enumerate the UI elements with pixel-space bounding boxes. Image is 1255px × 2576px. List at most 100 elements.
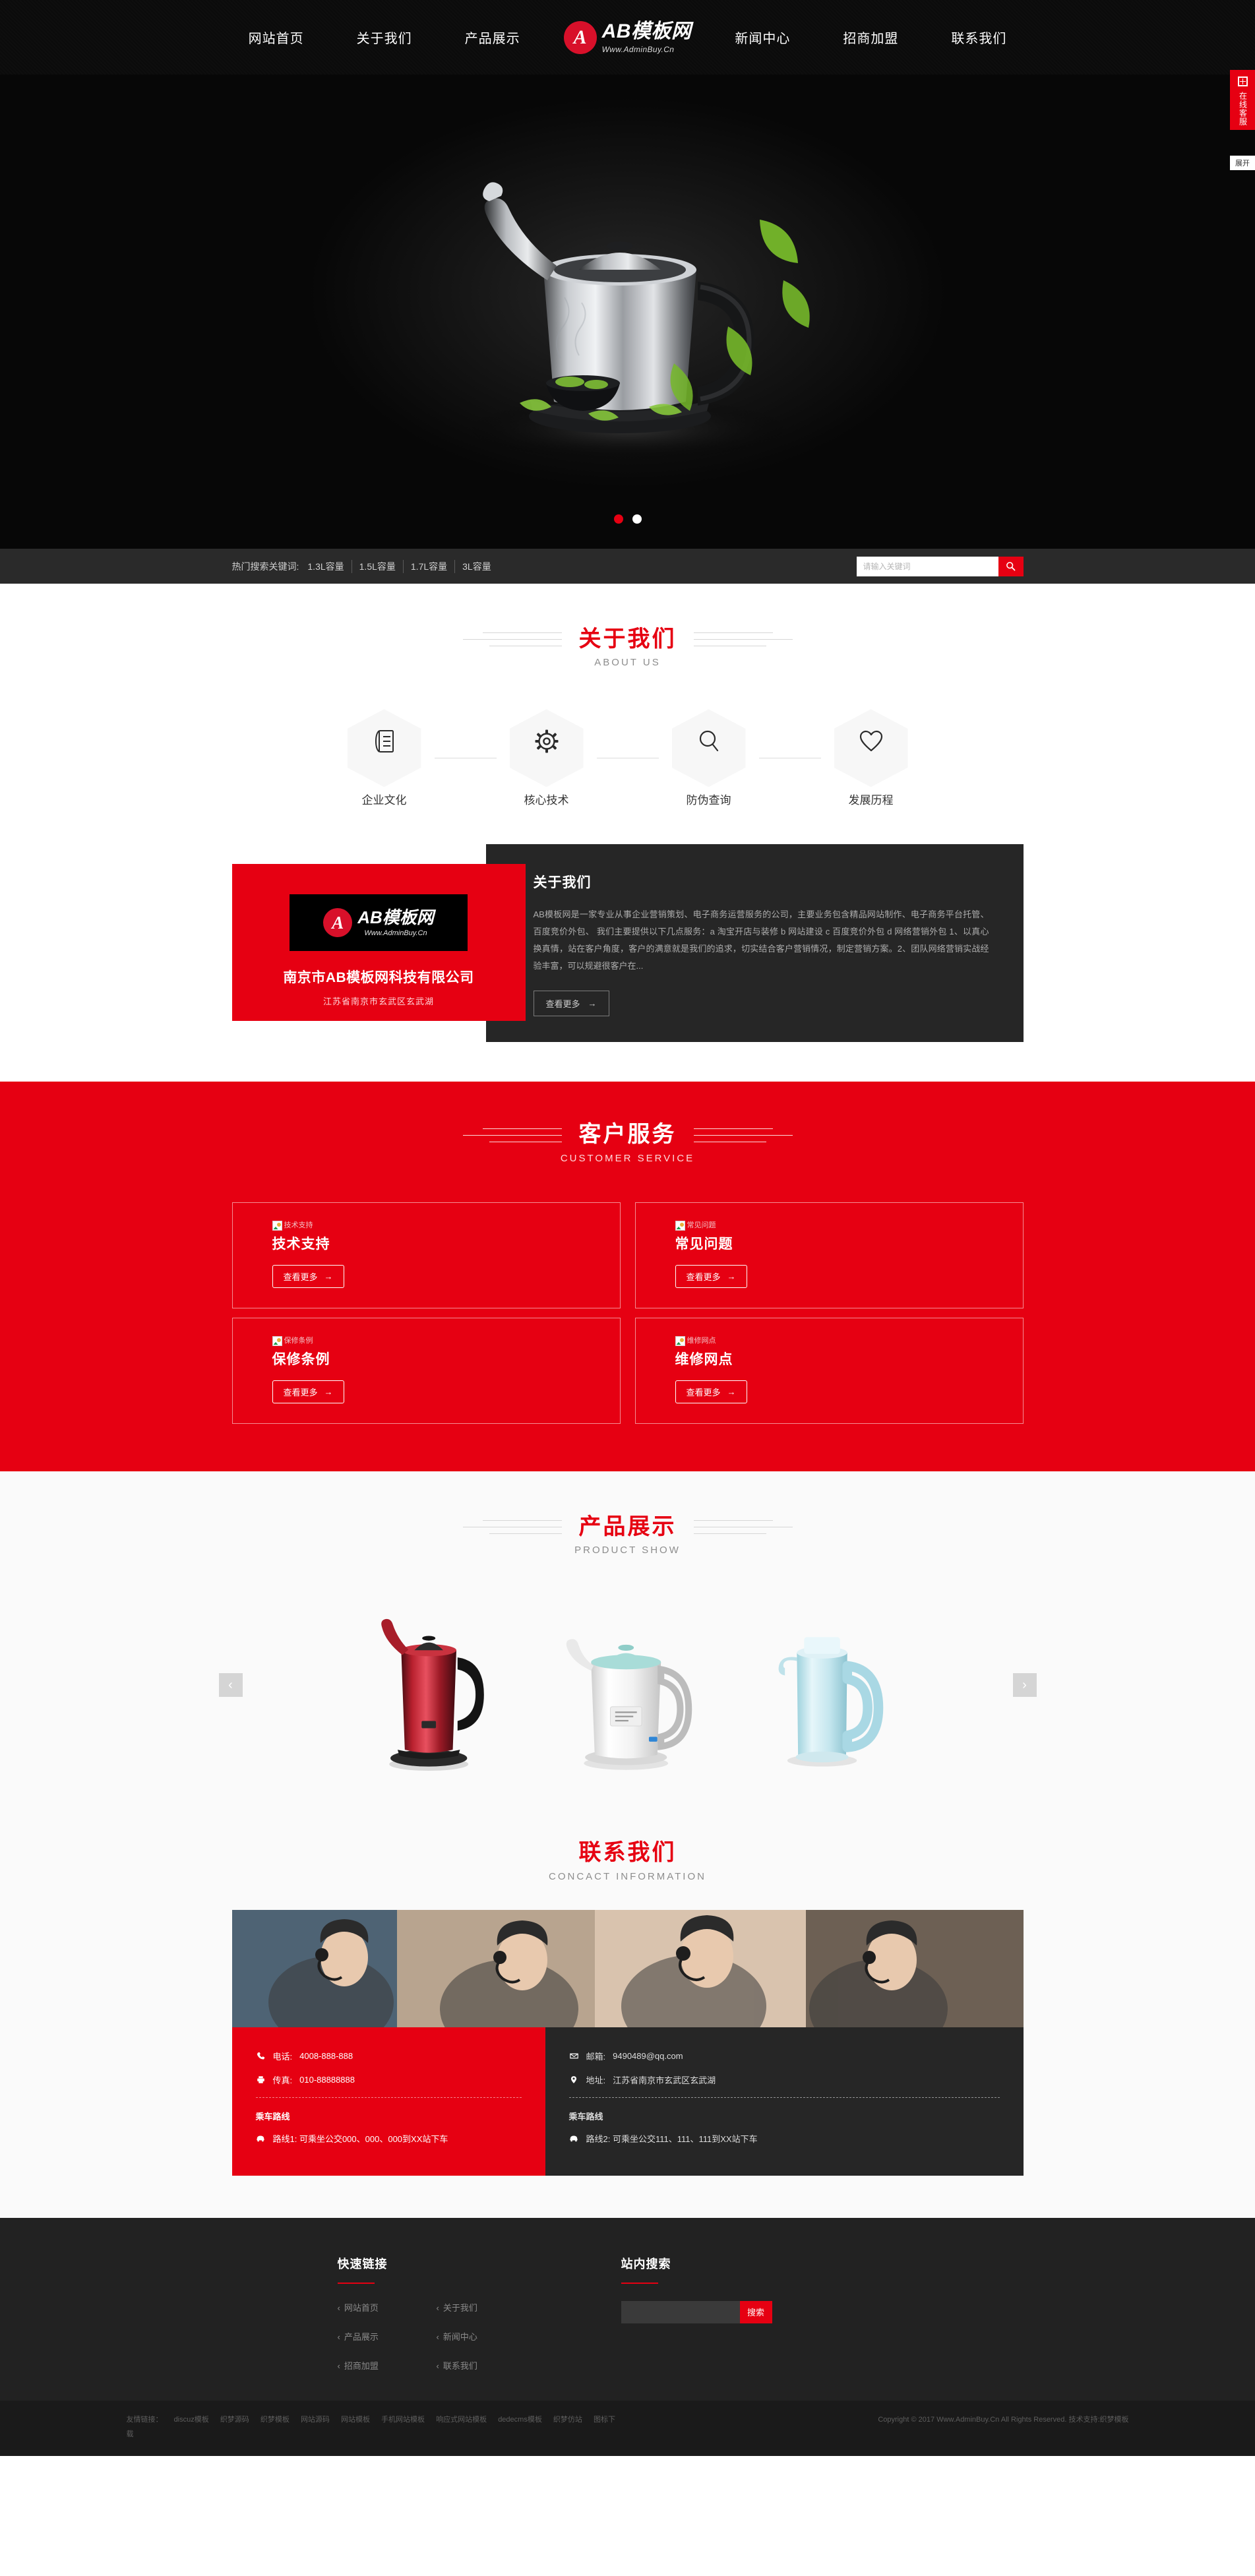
feature-item-technology[interactable]: 核心技术 bbox=[509, 709, 584, 807]
feature-label: 防伪查询 bbox=[686, 794, 731, 807]
about-company-name: 南京市AB模板网科技有限公司 bbox=[283, 970, 474, 986]
email-value: 9490489@qq.com bbox=[613, 2050, 683, 2061]
broken-image-icon: 常见问题 bbox=[675, 1221, 716, 1231]
footer-search-input[interactable] bbox=[621, 2300, 740, 2323]
service-card-repair[interactable]: 维修网点 维修网点 查看更多 → bbox=[634, 1317, 1024, 1424]
nav-item-news[interactable]: 新闻中心 bbox=[708, 28, 816, 47]
about-company-address: 江苏省南京市玄武区玄武湖 bbox=[322, 997, 434, 1007]
service-card-title: 技术支持 bbox=[272, 1236, 330, 1252]
carousel-dot-1[interactable] bbox=[613, 514, 623, 524]
friendly-link[interactable]: dedecms模板 bbox=[498, 2416, 542, 2424]
heart-icon bbox=[859, 730, 883, 756]
footer-link-products[interactable]: ‹ 产品展示 bbox=[338, 2330, 437, 2343]
carousel-next-button[interactable]: › bbox=[1012, 1673, 1037, 1698]
service-more-label: 查看更多 bbox=[283, 1387, 318, 1397]
hot-keyword-3[interactable]: 1.7L容量 bbox=[404, 559, 456, 573]
phone-label: 电话: bbox=[272, 2051, 293, 2062]
about-panel-heading: 关于我们 bbox=[533, 875, 592, 891]
about-more-label: 查看更多 bbox=[545, 999, 580, 1010]
site-footer: 快速链接 ‹ 网站首页 ‹ 关于我们 ‹ 产品展示 ‹ 新闻中心 ‹ 招商加盟 ‹ 联系我们… bbox=[0, 2217, 1255, 2401]
gear-icon bbox=[535, 729, 559, 756]
footer-link-join[interactable]: ‹ 招商加盟 bbox=[338, 2359, 437, 2372]
products-section-title: 产品展示 PRODUCT SHOW bbox=[232, 1514, 1024, 1556]
service-more-label: 查看更多 bbox=[686, 1387, 721, 1397]
feature-item-history[interactable]: 发展历程 bbox=[834, 709, 908, 807]
online-service-widget[interactable]: 在线客服 bbox=[1230, 70, 1255, 130]
friendly-links-label: 友情链接： bbox=[126, 2415, 163, 2424]
logo-mark-icon: A bbox=[323, 908, 353, 938]
contact-route-row: 路线2: 可乘坐公交111、111、111到XX站下车 bbox=[569, 2132, 1000, 2145]
friendly-link[interactable]: 织梦源码 bbox=[220, 2416, 249, 2424]
friendly-link[interactable]: 织梦仿站 bbox=[553, 2416, 582, 2424]
footer-link-contact[interactable]: ‹ 联系我们 bbox=[437, 2359, 536, 2372]
nav-item-home[interactable]: 网站首页 bbox=[222, 28, 330, 47]
footer-search-button[interactable]: 搜索 bbox=[739, 2300, 772, 2323]
footer-link-home[interactable]: ‹ 网站首页 bbox=[338, 2301, 437, 2314]
friendly-link[interactable]: 手机网站模板 bbox=[381, 2416, 425, 2424]
footer-title-underline bbox=[337, 2282, 375, 2284]
hero-product-image bbox=[390, 140, 865, 483]
contact-divider bbox=[568, 2097, 1000, 2098]
service-more-button[interactable]: 查看更多 → bbox=[675, 1264, 747, 1288]
customer-service-section: 客户服务 CUSTOMER SERVICE 技术支持 技术支持 查看更多 → 常… bbox=[0, 1082, 1255, 1471]
product-image-white bbox=[566, 1639, 692, 1770]
feature-item-anticounterfeit[interactable]: 防伪查询 bbox=[671, 709, 746, 807]
phone-icon bbox=[256, 2052, 266, 2060]
logo-site-url: Www.AdminBuy.Cn bbox=[601, 44, 675, 54]
footer-link-news[interactable]: ‹ 新闻中心 bbox=[437, 2330, 536, 2343]
nav-item-join[interactable]: 招商加盟 bbox=[816, 28, 925, 47]
service-card-warranty[interactable]: 保修条例 保修条例 查看更多 → bbox=[231, 1317, 621, 1424]
site-logo[interactable]: A AB模板网 Www.AdminBuy.Cn bbox=[547, 20, 709, 54]
about-logo-name: AB模板网 bbox=[357, 907, 434, 927]
carousel-prev-button[interactable]: ‹ bbox=[218, 1673, 243, 1698]
title-decoration-right bbox=[693, 1128, 793, 1142]
footer-title-underline bbox=[621, 2282, 658, 2284]
fax-icon bbox=[256, 2075, 266, 2084]
product-item-red[interactable] bbox=[331, 1586, 529, 1784]
service-more-button[interactable]: 查看更多 → bbox=[675, 1380, 747, 1403]
service-more-button[interactable]: 查看更多 → bbox=[272, 1380, 344, 1403]
feature-item-culture[interactable]: 企业文化 bbox=[347, 709, 421, 807]
friendly-link[interactable]: discuz模板 bbox=[174, 2416, 209, 2424]
image-alt-text: 技术支持 bbox=[284, 1221, 313, 1230]
service-more-button[interactable]: 查看更多 → bbox=[272, 1264, 344, 1288]
hot-keyword-2[interactable]: 1.5L容量 bbox=[352, 559, 404, 573]
friendly-link[interactable]: 网站源码 bbox=[301, 2416, 330, 2424]
friendly-link[interactable]: 网站模板 bbox=[341, 2416, 370, 2424]
fax-label: 传真: bbox=[272, 2075, 293, 2085]
product-carousel: ‹ › bbox=[218, 1586, 1037, 1784]
contact-divider bbox=[255, 2097, 522, 2098]
service-card-support[interactable]: 技术支持 技术支持 查看更多 → bbox=[231, 1202, 621, 1308]
contact-address-row: 地址: 江苏省南京市玄武区玄武湖 bbox=[569, 2073, 1000, 2086]
product-item-white[interactable] bbox=[529, 1586, 727, 1784]
about-title-cn: 关于我们 bbox=[578, 627, 677, 652]
carousel-dot-2[interactable] bbox=[632, 514, 642, 524]
hot-keyword-4[interactable]: 3L容量 bbox=[455, 560, 499, 573]
logo-mark-icon: A bbox=[563, 20, 597, 54]
title-decoration-right bbox=[693, 1519, 793, 1534]
about-more-button[interactable]: 查看更多 → bbox=[533, 991, 609, 1017]
logo-name: AB模板网 bbox=[601, 20, 692, 42]
feature-list: 企业文化 核心技术 防伪查询 发展历程 bbox=[232, 709, 1024, 807]
nav-item-about[interactable]: 关于我们 bbox=[330, 28, 439, 47]
arrow-right-icon: → bbox=[727, 1271, 736, 1281]
contact-banner-image bbox=[231, 1909, 1024, 2027]
online-service-expand-button[interactable]: 展开 bbox=[1230, 156, 1255, 170]
online-service-label: 在线客服 bbox=[1238, 92, 1248, 126]
carousel-dots bbox=[613, 514, 642, 524]
friendly-link[interactable]: 响应式网站模板 bbox=[436, 2416, 487, 2424]
service-card-faq[interactable]: 常见问题 常见问题 查看更多 → bbox=[634, 1202, 1024, 1308]
hot-keyword-1[interactable]: 1.3L容量 bbox=[300, 559, 352, 573]
footer-link-about[interactable]: ‹ 关于我们 bbox=[437, 2301, 536, 2314]
nav-item-products[interactable]: 产品展示 bbox=[439, 28, 547, 47]
search-submit-button[interactable] bbox=[998, 556, 1024, 576]
friendly-link[interactable]: 织梦模板 bbox=[260, 2416, 290, 2424]
title-decoration-left bbox=[462, 632, 562, 647]
search-input[interactable] bbox=[856, 556, 998, 576]
broken-image-icon: 技术支持 bbox=[272, 1221, 313, 1231]
nav-item-contact[interactable]: 联系我们 bbox=[925, 28, 1033, 47]
title-decoration-right bbox=[693, 632, 793, 647]
product-item-blue[interactable] bbox=[727, 1586, 925, 1784]
bus-icon bbox=[569, 2134, 579, 2143]
footer-columns: 快速链接 ‹ 网站首页 ‹ 关于我们 ‹ 产品展示 ‹ 新闻中心 ‹ 招商加盟 ‹ 联系我们… bbox=[232, 2255, 1024, 2372]
